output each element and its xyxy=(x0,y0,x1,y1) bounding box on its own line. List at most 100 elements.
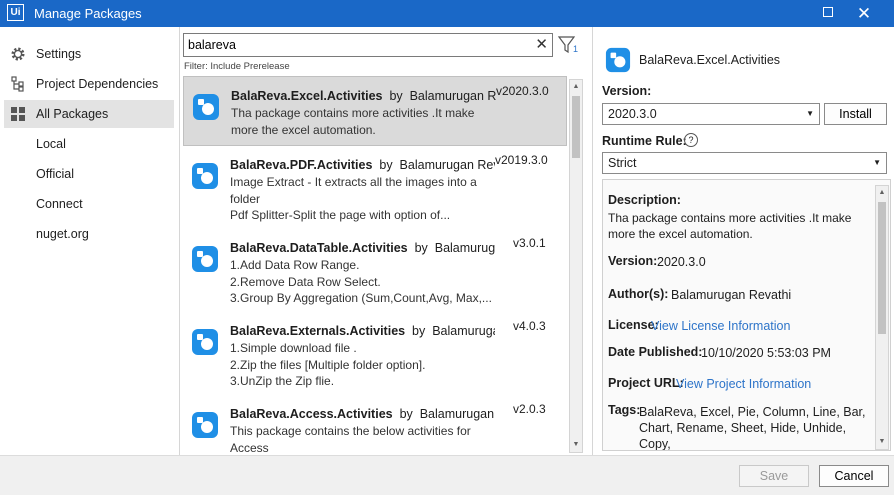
package-version: v2019.3.0 xyxy=(495,153,548,167)
description-value: Tha package contains more activities .It… xyxy=(608,211,852,241)
package-description: This package contains the below activiti… xyxy=(230,424,471,454)
sidebar-divider xyxy=(179,27,180,455)
window-title: Manage Packages xyxy=(34,6,142,21)
project-url-link[interactable]: View Project Information xyxy=(676,377,811,391)
package-name: BalaReva.Access.Activities xyxy=(230,407,393,421)
package-item[interactable]: BalaReva.PDF.Activities by Balamurugan R… xyxy=(183,146,567,222)
authors-value: Balamurugan Revathi xyxy=(671,288,792,302)
date-published-label: Date Published: xyxy=(608,345,703,359)
clear-search-icon[interactable]: ✕ xyxy=(535,34,548,56)
chevron-down-icon: ▼ xyxy=(806,109,814,118)
scroll-down-icon[interactable]: ▼ xyxy=(570,438,582,452)
package-description: Image Extract - It extracts all the imag… xyxy=(230,175,477,222)
sidebar-item-settings[interactable]: Settings xyxy=(4,40,174,68)
maximize-button[interactable] xyxy=(810,0,846,27)
install-button[interactable]: Install xyxy=(824,103,887,125)
description-label: Description: xyxy=(608,193,681,207)
sidebar-item-label: Project Dependencies xyxy=(36,77,159,91)
uipath-logo: Ui xyxy=(7,4,24,21)
package-description: 1.Add Data Row Range. 2.Remove Data Row … xyxy=(230,258,492,305)
sidebar-item-label: nuget.org xyxy=(36,227,89,241)
package-icon xyxy=(192,163,218,189)
package-author: Balamurugan Revathi xyxy=(419,407,495,421)
tags-label: Tags: xyxy=(608,403,641,417)
sidebar-item-connect[interactable]: Connect xyxy=(4,190,174,218)
package-item[interactable]: BalaReva.DataTable.Activities by Balamur… xyxy=(183,229,567,305)
filter-button[interactable]: 1 xyxy=(557,34,581,56)
package-by: by xyxy=(379,158,393,172)
package-list: BalaReva.Excel.Activities by Balamurugan… xyxy=(183,76,567,454)
scroll-up-icon[interactable]: ▲ xyxy=(570,80,582,94)
package-by: by xyxy=(389,89,403,103)
sidebar-item-label: All Packages xyxy=(36,107,109,121)
package-version: v2020.3.0 xyxy=(496,84,549,98)
dependencies-icon xyxy=(11,76,24,92)
search-box: ✕ xyxy=(183,33,553,57)
scroll-up-icon[interactable]: ▲ xyxy=(876,186,888,200)
package-title: BalaReva.DataTable.Activities by Balamur… xyxy=(230,241,495,255)
filter-count: 1 xyxy=(573,44,579,54)
detail-divider xyxy=(592,27,593,455)
package-title: BalaReva.Access.Activities by Balamuruga… xyxy=(230,407,495,421)
package-icon xyxy=(605,47,631,73)
close-button[interactable]: ✕ xyxy=(846,0,882,27)
version-label: Version: xyxy=(602,84,652,98)
package-icon xyxy=(192,412,218,438)
package-item[interactable]: BalaReva.Excel.Activities by Balamurugan… xyxy=(183,76,567,146)
package-name: BalaReva.DataTable.Activities xyxy=(230,241,408,255)
details-scrollbar[interactable]: ▲ ▼ xyxy=(875,185,889,450)
scroll-thumb[interactable] xyxy=(878,202,886,334)
package-by: by xyxy=(414,241,428,255)
tags-value: BalaReva, Excel, Pie, Column, Line, Bar,… xyxy=(639,405,866,451)
save-button[interactable]: Save xyxy=(739,465,809,487)
authors-label: Author(s): xyxy=(608,287,669,301)
chevron-down-icon: ▼ xyxy=(873,158,881,167)
runtime-rule-select[interactable]: Strict ▼ xyxy=(602,152,887,174)
package-name: BalaReva.PDF.Activities xyxy=(230,158,373,172)
package-icon xyxy=(192,246,218,272)
package-by: by xyxy=(412,324,426,338)
date-published-value: 10/10/2020 5:53:03 PM xyxy=(701,346,831,360)
version-detail-label: Version: xyxy=(608,254,658,268)
runtime-rule-value: Strict xyxy=(608,156,637,170)
package-version: v3.0.1 xyxy=(513,236,546,250)
version-detail-value: 2020.3.0 xyxy=(657,255,706,269)
detail-package-name: BalaReva.Excel.Activities xyxy=(639,53,781,67)
runtime-rule-label: Runtime Rule: xyxy=(602,134,687,148)
license-link[interactable]: View License Information xyxy=(651,319,790,333)
sidebar-item-project-dependencies[interactable]: Project Dependencies xyxy=(4,70,174,98)
project-url-label: Project URL: xyxy=(608,376,684,390)
package-version: v4.0.3 xyxy=(513,319,546,333)
package-title: BalaReva.PDF.Activities by Balamurugan R… xyxy=(230,158,495,172)
package-item[interactable]: BalaReva.Access.Activities by Balamuruga… xyxy=(183,395,567,454)
sidebar-item-label: Official xyxy=(36,167,74,181)
gear-icon xyxy=(11,47,25,61)
sidebar-item-official[interactable]: Official xyxy=(4,160,174,188)
package-icon xyxy=(192,329,218,355)
version-select[interactable]: 2020.3.0 ▼ xyxy=(602,103,820,125)
package-description: Tha package contains more activities .It… xyxy=(231,106,475,137)
sidebar-item-nuget-org[interactable]: nuget.org xyxy=(4,220,174,248)
version-select-value: 2020.3.0 xyxy=(608,107,657,121)
package-title: BalaReva.Excel.Activities by Balamurugan… xyxy=(231,89,496,103)
sidebar-item-label: Local xyxy=(36,137,66,151)
package-item[interactable]: BalaReva.Externals.Activities by Balamur… xyxy=(183,312,567,388)
scroll-thumb[interactable] xyxy=(572,96,580,158)
package-description: 1.Simple download file . 2.Zip the files… xyxy=(230,341,426,388)
package-by: by xyxy=(399,407,413,421)
scroll-down-icon[interactable]: ▼ xyxy=(876,435,888,449)
cancel-button[interactable]: Cancel xyxy=(819,465,889,487)
package-author: Balamurugan Revathi xyxy=(432,324,495,338)
sidebar-item-local[interactable]: Local xyxy=(4,130,174,158)
detail-panel: BalaReva.Excel.Activities Version: 2020.… xyxy=(597,27,894,455)
sidebar-item-all-packages[interactable]: All Packages xyxy=(4,100,174,128)
sidebar-item-label: Settings xyxy=(36,47,82,61)
package-name: BalaReva.Externals.Activities xyxy=(230,324,406,338)
package-list-scrollbar[interactable]: ▲ ▼ xyxy=(569,79,583,453)
package-icon xyxy=(193,94,219,120)
package-author: Balamurugan Revathi xyxy=(434,241,495,255)
package-author: Balamurugan Revathi xyxy=(409,89,496,103)
sidebar-item-label: Connect xyxy=(36,197,83,211)
search-input[interactable] xyxy=(188,36,528,54)
help-icon[interactable]: ? xyxy=(684,133,698,147)
